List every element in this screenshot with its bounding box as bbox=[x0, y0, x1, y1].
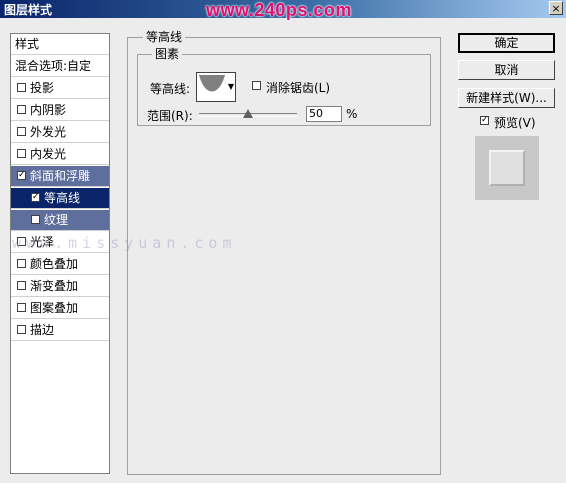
style-item-label: 投影 bbox=[30, 81, 55, 95]
check-icon[interactable]: ✓ bbox=[480, 116, 489, 125]
style-item-label: 纹理 bbox=[44, 213, 69, 227]
styles-list: 样式 混合选项:自定 投影 内阴影 外发光 内发光 ✓ 斜面和浮雕 ✓ 等高线 纹理… bbox=[10, 33, 110, 474]
style-preview-thumbnail bbox=[475, 136, 539, 200]
group-title: 图素 bbox=[152, 45, 183, 62]
preview-swatch bbox=[489, 150, 525, 186]
checkbox-icon[interactable] bbox=[17, 281, 26, 290]
preview-label[interactable]: 预览(V) bbox=[494, 114, 536, 131]
style-item-contour[interactable]: ✓ 等高线 bbox=[11, 188, 109, 209]
antialias-checkbox[interactable] bbox=[252, 81, 261, 90]
style-item-stroke[interactable]: 描边 bbox=[11, 320, 109, 341]
window-title: 图层样式 bbox=[4, 3, 53, 17]
contour-curve-icon bbox=[199, 75, 225, 99]
checkbox-icon[interactable] bbox=[17, 259, 26, 268]
checkbox-icon[interactable] bbox=[17, 127, 26, 136]
styles-header[interactable]: 样式 bbox=[11, 34, 109, 55]
style-item-texture[interactable]: 纹理 bbox=[11, 210, 109, 231]
checkbox-icon[interactable] bbox=[17, 149, 26, 158]
cancel-button[interactable]: 取消 bbox=[458, 60, 555, 80]
style-item-gradient-overlay[interactable]: 渐变叠加 bbox=[11, 276, 109, 297]
contour-label: 等高线: bbox=[150, 82, 191, 96]
site-watermark: www.240ps.com bbox=[206, 0, 352, 20]
style-item-label: 内发光 bbox=[30, 147, 67, 161]
checkbox-icon[interactable] bbox=[17, 105, 26, 114]
style-item-inner-shadow[interactable]: 内阴影 bbox=[11, 100, 109, 121]
checkbox-icon[interactable] bbox=[17, 325, 26, 334]
title-bar: 图层样式 www.240ps.com × bbox=[0, 0, 566, 20]
range-unit: % bbox=[346, 107, 358, 121]
range-input[interactable]: 50 bbox=[306, 106, 342, 122]
check-icon[interactable]: ✓ bbox=[17, 171, 26, 180]
blending-options-item[interactable]: 混合选项:自定 bbox=[11, 56, 109, 77]
style-item-label: 图案叠加 bbox=[30, 301, 79, 315]
range-slider-thumb[interactable] bbox=[243, 109, 253, 118]
style-item-label: 等高线 bbox=[44, 191, 81, 205]
style-item-label: 描边 bbox=[30, 323, 55, 337]
new-style-button[interactable]: 新建样式(W)... bbox=[458, 88, 555, 108]
range-label: 范围(R): bbox=[147, 109, 193, 123]
checkbox-icon[interactable] bbox=[17, 303, 26, 312]
ok-button[interactable]: 确定 bbox=[458, 33, 555, 53]
style-item-label: 渐变叠加 bbox=[30, 279, 79, 293]
style-item-label: 斜面和浮雕 bbox=[30, 169, 91, 183]
section-title: 等高线 bbox=[143, 28, 186, 45]
style-item-color-overlay[interactable]: 颜色叠加 bbox=[11, 254, 109, 275]
blending-options-label: 混合选项:自定 bbox=[15, 59, 92, 73]
style-item-label: 内阴影 bbox=[30, 103, 67, 117]
style-item-drop-shadow[interactable]: 投影 bbox=[11, 78, 109, 99]
styles-header-label: 样式 bbox=[15, 37, 40, 51]
check-icon[interactable]: ✓ bbox=[31, 193, 40, 202]
style-item-label: 外发光 bbox=[30, 125, 67, 139]
style-item-label: 颜色叠加 bbox=[30, 257, 79, 271]
style-item-bevel-emboss[interactable]: ✓ 斜面和浮雕 bbox=[11, 166, 109, 187]
checkbox-icon[interactable] bbox=[17, 83, 26, 92]
close-icon[interactable]: × bbox=[549, 1, 563, 15]
contour-picker[interactable]: ▼ bbox=[196, 72, 236, 102]
style-item-pattern-overlay[interactable]: 图案叠加 bbox=[11, 298, 109, 319]
style-item-outer-glow[interactable]: 外发光 bbox=[11, 122, 109, 143]
style-item-inner-glow[interactable]: 内发光 bbox=[11, 144, 109, 165]
antialias-label[interactable]: 消除锯齿(L) bbox=[266, 79, 330, 96]
dropdown-arrow-icon[interactable]: ▼ bbox=[228, 82, 234, 91]
checkbox-icon[interactable] bbox=[31, 215, 40, 224]
